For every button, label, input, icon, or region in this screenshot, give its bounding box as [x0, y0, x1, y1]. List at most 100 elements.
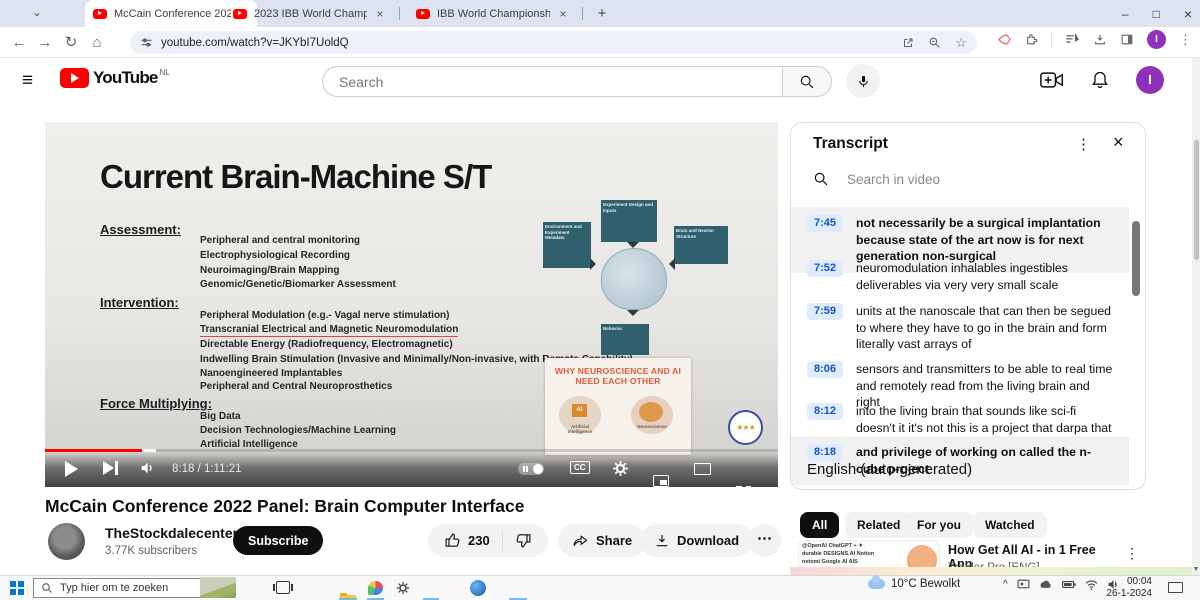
player-controls: 8:18 / 1:11:21 CC: [45, 452, 778, 487]
close-window-button[interactable]: ×: [1184, 6, 1192, 22]
toolbar-divider: [1051, 32, 1052, 47]
back-button[interactable]: ←: [6, 34, 32, 51]
theater-mode-button[interactable]: [694, 463, 711, 475]
tab-label: 2023 IBB World Championship |: [254, 8, 367, 20]
slide-item: Peripheral and central monitoring: [200, 235, 360, 246]
page-scrollbar[interactable]: ▼: [1192, 58, 1200, 575]
tab-ibb-world[interactable]: IBB World Championship - YouT ×: [408, 0, 576, 27]
maximize-button[interactable]: □: [1153, 7, 1160, 21]
bookmark-star-icon[interactable]: ☆: [955, 35, 967, 51]
site-settings-icon[interactable]: [140, 36, 153, 49]
browser-profile-avatar[interactable]: I: [1147, 30, 1166, 49]
address-bar[interactable]: youtube.com/watch?v=JKYbI7UoldQ ☆: [130, 31, 977, 54]
tray-chevron-icon[interactable]: ^: [1003, 579, 1008, 590]
segment-timestamp[interactable]: 8:12: [807, 403, 843, 420]
channel-name[interactable]: TheStockdalecenter: [105, 525, 238, 541]
youtube-profile-avatar[interactable]: I: [1136, 66, 1164, 94]
minimize-button[interactable]: –: [1122, 7, 1129, 21]
subscribe-button[interactable]: Subscribe: [233, 526, 323, 555]
search-highlight-image[interactable]: [200, 577, 236, 598]
share-button[interactable]: Share: [558, 524, 646, 557]
chip-for-you[interactable]: For you: [905, 512, 973, 538]
window-controls: – □ ×: [1122, 0, 1192, 27]
fullscreen-button[interactable]: [736, 486, 751, 487]
new-tab-button[interactable]: +: [592, 4, 612, 24]
more-actions-button[interactable]: ⋯: [748, 524, 781, 557]
dislike-button[interactable]: [503, 532, 544, 549]
poster-title: WHY NEUROSCIENCE AND AI NEED EACH OTHER: [545, 366, 691, 386]
extension-pink-icon[interactable]: [997, 33, 1012, 46]
transcript-segment[interactable]: 7:59 units at the nanoscale that can the…: [791, 295, 1129, 361]
open-in-new-icon[interactable]: [902, 37, 914, 49]
scrollbar-down-arrow[interactable]: ▼: [1192, 566, 1200, 573]
zoom-icon[interactable]: [928, 36, 941, 49]
settings-gear-icon[interactable]: [612, 460, 629, 477]
chip-related[interactable]: Related: [845, 512, 912, 538]
segment-timestamp[interactable]: 8:06: [807, 361, 843, 378]
volume-icon[interactable]: [138, 460, 156, 476]
tab-close-icon[interactable]: ×: [558, 7, 568, 21]
create-video-icon[interactable]: [1040, 71, 1064, 89]
voice-search-button[interactable]: [846, 64, 880, 98]
onedrive-cloud-icon[interactable]: [1039, 580, 1053, 589]
chip-all[interactable]: All: [800, 512, 839, 538]
url-text: youtube.com/watch?v=JKYbI7UoldQ: [161, 37, 902, 49]
transcript-close-icon[interactable]: ×: [1113, 132, 1124, 153]
taskbar-search-box[interactable]: Typ hier om te zoeken: [33, 578, 219, 598]
browser-menu-kebab-icon[interactable]: ⋮: [1179, 32, 1192, 48]
youtube-search-button[interactable]: [782, 66, 832, 97]
extensions-icon[interactable]: [1025, 33, 1038, 46]
transcript-panel: Transcript ⋮ × Search in video 7:45 not …: [790, 122, 1146, 490]
segment-timestamp[interactable]: 7:52: [807, 260, 843, 277]
channel-avatar[interactable]: [48, 523, 85, 560]
task-view-icon[interactable]: [276, 581, 290, 594]
hamburger-menu-icon[interactable]: ≡: [22, 70, 33, 92]
segment-timestamp[interactable]: 8:18: [807, 444, 843, 461]
battery-icon[interactable]: [1062, 580, 1076, 589]
transcript-scrollbar-thumb[interactable]: [1132, 221, 1140, 296]
blue-app-icon[interactable]: [470, 580, 486, 596]
transcript-language-label[interactable]: English (auto-generated): [807, 461, 972, 478]
home-button[interactable]: ⌂: [84, 34, 110, 51]
transcript-segment[interactable]: 7:52 neuromodulation inhalables ingestib…: [791, 252, 1129, 301]
youtube-search-input[interactable]: [322, 66, 782, 97]
next-button[interactable]: [103, 461, 118, 475]
brain-diagram: Experiment Design and Inputs Environment…: [543, 200, 728, 355]
paint-icon[interactable]: [368, 581, 383, 595]
side-panel-icon[interactable]: [1120, 33, 1134, 46]
download-button[interactable]: Download: [640, 524, 753, 557]
tab-search-icon[interactable]: ⌄: [28, 5, 46, 23]
media-controls-icon[interactable]: [1065, 33, 1080, 46]
segment-timestamp[interactable]: 7:45: [807, 215, 843, 232]
subtitles-cc-button[interactable]: CC: [570, 461, 590, 474]
autoplay-toggle[interactable]: [518, 463, 544, 475]
segment-timestamp[interactable]: 7:59: [807, 303, 843, 320]
teams-icon[interactable]: [1017, 579, 1030, 590]
taskbar-search-placeholder: Typ hier om te zoeken: [60, 582, 168, 594]
brain-illustration: [601, 248, 667, 310]
action-center-icon[interactable]: [1168, 582, 1183, 593]
notifications-bell-icon[interactable]: [1090, 70, 1110, 90]
reload-button[interactable]: ↻: [58, 33, 84, 51]
video-player[interactable]: Current Brain-Machine S/T Assessment: Pe…: [45, 122, 778, 487]
suggested-video-kebab-icon[interactable]: ⋮: [1125, 545, 1139, 562]
slide-item: Genomic/Genetic/Biomarker Assessment: [200, 279, 396, 290]
forward-button[interactable]: →: [32, 34, 58, 51]
page-scrollbar-thumb[interactable]: [1194, 140, 1199, 260]
tab-close-icon[interactable]: ×: [375, 7, 385, 21]
taskbar-clock[interactable]: 00:04 26-1-2024: [1096, 576, 1152, 599]
downloads-icon[interactable]: [1093, 33, 1107, 46]
transcript-menu-kebab-icon[interactable]: ⋮: [1076, 135, 1091, 153]
youtube-logo[interactable]: YouTube NL: [60, 68, 170, 88]
tab-2023-ibb[interactable]: 2023 IBB World Championship | ×: [225, 0, 393, 27]
miniplayer-button[interactable]: [653, 475, 669, 487]
taskbar-weather[interactable]: 10°C Bewolkt: [868, 578, 960, 590]
chip-watched[interactable]: Watched: [973, 512, 1047, 538]
search-input[interactable]: [339, 74, 782, 90]
like-button[interactable]: 230: [432, 532, 502, 549]
transcript-search[interactable]: Search in video: [813, 171, 940, 187]
settings-icon[interactable]: [396, 581, 410, 595]
play-button[interactable]: [65, 461, 78, 477]
youtube-favicon: [416, 9, 430, 19]
start-button[interactable]: [10, 581, 24, 595]
